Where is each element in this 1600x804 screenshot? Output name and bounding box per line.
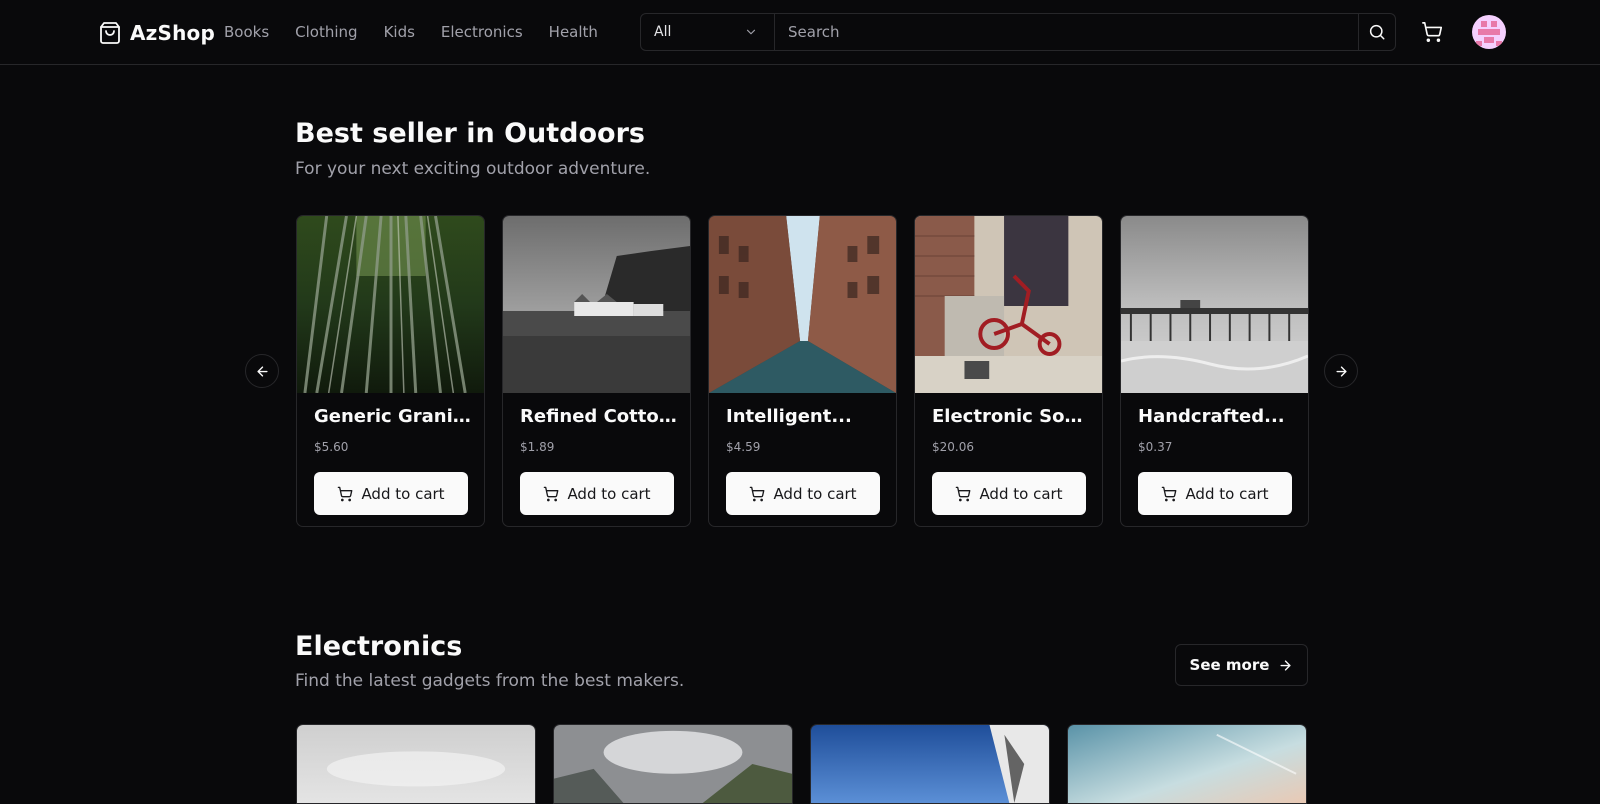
product-image bbox=[554, 725, 792, 803]
product-name[interactable]: Handcrafted... bbox=[1138, 406, 1296, 427]
category-select-value: All bbox=[654, 24, 672, 40]
add-to-cart-label: Add to cart bbox=[1185, 484, 1269, 503]
electronics-section-subtitle: Find the latest gadgets from the best ma… bbox=[295, 671, 685, 691]
add-to-cart-button[interactable]: Add to cart bbox=[726, 472, 880, 515]
product-image bbox=[1121, 216, 1308, 393]
shopping-cart-icon bbox=[750, 486, 765, 501]
chevron-down-icon bbox=[746, 29, 756, 35]
product-price: $4.59 bbox=[726, 440, 761, 454]
brand-name: AzShop bbox=[130, 20, 216, 45]
add-to-cart-label: Add to cart bbox=[773, 484, 857, 503]
user-avatar[interactable] bbox=[1472, 15, 1506, 49]
arrow-right-icon bbox=[1280, 659, 1291, 671]
search-input[interactable] bbox=[775, 14, 1358, 50]
search-icon bbox=[1369, 24, 1385, 40]
add-to-cart-label: Add to cart bbox=[567, 484, 651, 503]
outdoors-section-title: Best seller in Outdoors bbox=[295, 118, 645, 149]
outdoors-carousel: Generic Granite... $5.60 Add to cart Ref… bbox=[296, 215, 1309, 527]
product-price: $0.37 bbox=[1138, 440, 1173, 454]
add-to-cart-label: Add to cart bbox=[979, 484, 1063, 503]
product-name[interactable]: Electronic Soft... bbox=[932, 406, 1090, 427]
shopping-cart-icon bbox=[338, 486, 353, 501]
product-image bbox=[297, 725, 535, 803]
shopping-cart-icon bbox=[1422, 22, 1443, 42]
product-card[interactable] bbox=[1067, 724, 1307, 804]
add-to-cart-button[interactable]: Add to cart bbox=[520, 472, 674, 515]
add-to-cart-button[interactable]: Add to cart bbox=[932, 472, 1086, 515]
see-more-label: See more bbox=[1189, 656, 1270, 674]
product-name[interactable]: Intelligent... bbox=[726, 406, 884, 427]
arrow-left-icon bbox=[256, 365, 268, 377]
add-to-cart-label: Add to cart bbox=[361, 484, 445, 503]
category-select[interactable]: All bbox=[641, 14, 775, 50]
product-image bbox=[503, 216, 690, 393]
electronics-section-title: Electronics bbox=[295, 631, 463, 662]
nav-link-books[interactable]: Books bbox=[224, 20, 269, 44]
nav-link-electronics[interactable]: Electronics bbox=[441, 20, 523, 44]
product-image bbox=[811, 725, 1049, 803]
category-nav: Books Clothing Kids Electronics Health bbox=[224, 20, 598, 44]
product-price: $20.06 bbox=[932, 440, 974, 454]
site-header: AzShop Books Clothing Kids Electronics H… bbox=[0, 0, 1600, 65]
product-card[interactable]: Handcrafted... $0.37 Add to cart bbox=[1120, 215, 1309, 527]
product-card[interactable] bbox=[810, 724, 1050, 804]
product-card[interactable] bbox=[296, 724, 536, 804]
product-image bbox=[709, 216, 896, 393]
outdoors-section-subtitle: For your next exciting outdoor adventure… bbox=[295, 159, 651, 179]
cart-button[interactable] bbox=[1418, 18, 1446, 46]
shopping-bag-icon bbox=[100, 21, 120, 44]
search-button[interactable] bbox=[1358, 14, 1395, 50]
product-card[interactable] bbox=[553, 724, 793, 804]
product-card[interactable]: Intelligent... $4.59 Add to cart bbox=[708, 215, 897, 527]
product-image bbox=[915, 216, 1102, 393]
product-card[interactable]: Generic Granite... $5.60 Add to cart bbox=[296, 215, 485, 527]
product-card[interactable]: Refined Cotton... $1.89 Add to cart bbox=[502, 215, 691, 527]
brand-logo[interactable]: AzShop bbox=[98, 19, 215, 46]
see-more-button[interactable]: See more bbox=[1175, 644, 1308, 686]
product-image bbox=[297, 216, 484, 393]
product-image bbox=[1068, 725, 1306, 803]
nav-link-kids[interactable]: Kids bbox=[384, 20, 415, 44]
shopping-cart-icon bbox=[1162, 486, 1177, 501]
add-to-cart-button[interactable]: Add to cart bbox=[314, 472, 468, 515]
nav-link-health[interactable]: Health bbox=[549, 20, 598, 44]
carousel-next-button[interactable] bbox=[1324, 354, 1358, 388]
product-card[interactable]: Electronic Soft... $20.06 Add to cart bbox=[914, 215, 1103, 527]
product-price: $1.89 bbox=[520, 440, 555, 454]
nav-link-clothing[interactable]: Clothing bbox=[295, 20, 357, 44]
search-bar: All bbox=[640, 13, 1396, 51]
add-to-cart-button[interactable]: Add to cart bbox=[1138, 472, 1292, 515]
arrow-right-icon bbox=[1335, 365, 1347, 377]
shopping-cart-icon bbox=[956, 486, 971, 501]
carousel-prev-button[interactable] bbox=[245, 354, 279, 388]
product-price: $5.60 bbox=[314, 440, 349, 454]
product-name[interactable]: Refined Cotton... bbox=[520, 406, 678, 427]
product-name[interactable]: Generic Granite... bbox=[314, 406, 472, 427]
shopping-cart-icon bbox=[544, 486, 559, 501]
